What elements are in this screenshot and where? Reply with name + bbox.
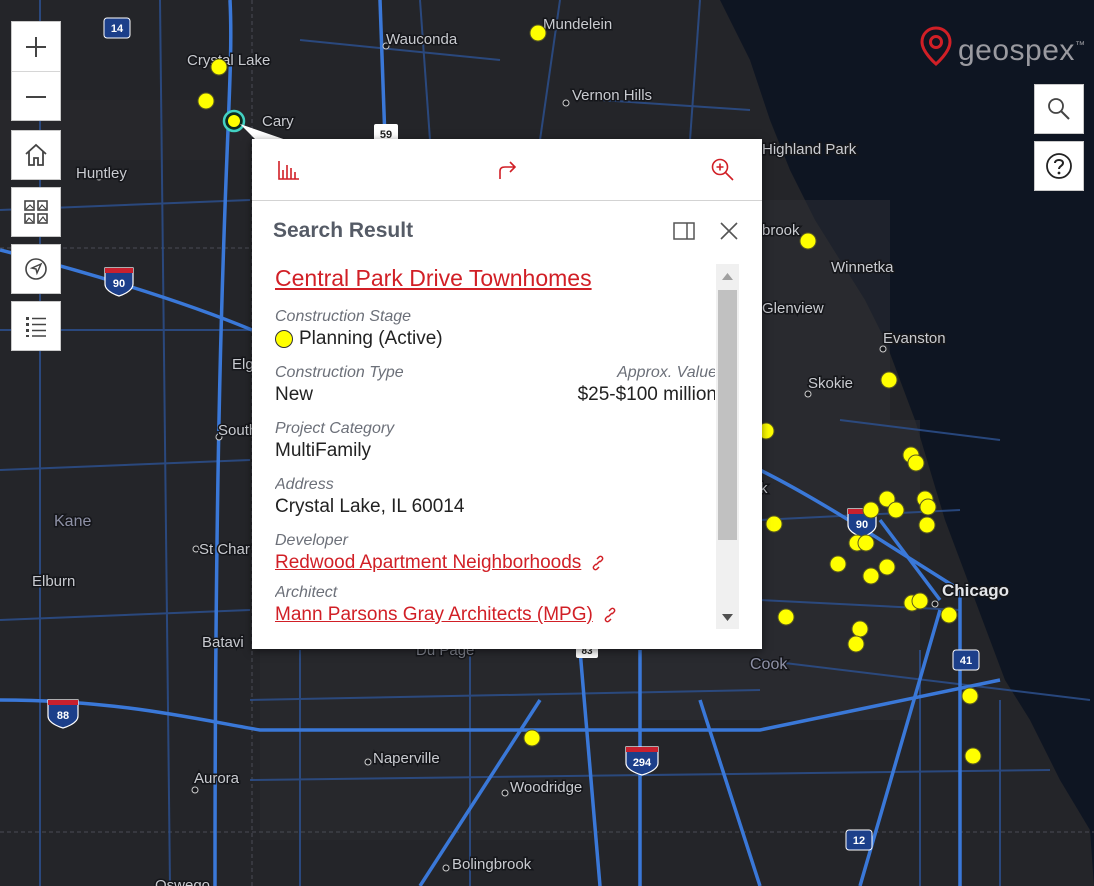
svg-text:12: 12 bbox=[853, 835, 865, 847]
popup-scrollbar[interactable] bbox=[716, 264, 739, 629]
svg-text:Skokie: Skokie bbox=[808, 375, 853, 392]
svg-text:Batavi: Batavi bbox=[202, 634, 244, 651]
legend-button[interactable] bbox=[11, 301, 61, 351]
brand-name: geospex bbox=[958, 34, 1075, 67]
basemap-gallery-button[interactable] bbox=[11, 187, 61, 237]
zoom-in-button[interactable] bbox=[12, 22, 60, 71]
help-icon bbox=[1046, 153, 1072, 179]
home-button[interactable] bbox=[11, 130, 61, 180]
link-icon[interactable] bbox=[589, 554, 607, 572]
popup-title: Search Result bbox=[273, 219, 414, 242]
svg-text:Mundelein: Mundelein bbox=[543, 16, 612, 33]
close-button[interactable] bbox=[717, 219, 741, 243]
svg-text:88: 88 bbox=[57, 710, 69, 722]
locate-arrow-icon bbox=[25, 258, 47, 280]
svg-text:Vernon Hills: Vernon Hills bbox=[572, 87, 652, 104]
basemap-gallery-icon bbox=[24, 200, 48, 224]
zoom-in-icon bbox=[711, 158, 734, 181]
scroll-up-arrow-icon[interactable] bbox=[722, 273, 733, 280]
plus-icon bbox=[26, 36, 46, 57]
popup-content[interactable]: Central Park Drive Townhomes Constructio… bbox=[275, 263, 715, 633]
statistics-button[interactable] bbox=[274, 155, 304, 185]
construction-type-label: Construction Type bbox=[275, 364, 404, 381]
svg-text:Wauconda: Wauconda bbox=[386, 31, 458, 48]
dock-button[interactable] bbox=[672, 219, 696, 243]
svg-text:Crystal Lake: Crystal Lake bbox=[187, 52, 270, 69]
construction-stage-value: Planning (Active) bbox=[275, 328, 715, 350]
svg-text:90: 90 bbox=[113, 278, 125, 290]
legend-list-icon bbox=[26, 317, 46, 337]
svg-text:Winnetka: Winnetka bbox=[831, 259, 894, 276]
svg-text:St Char: St Char bbox=[199, 541, 250, 558]
svg-text:Elg: Elg bbox=[232, 356, 254, 373]
link-icon[interactable] bbox=[601, 606, 619, 624]
svg-text:Aurora: Aurora bbox=[194, 770, 240, 787]
svg-text:Highland Park: Highland Park bbox=[762, 141, 857, 158]
construction-type-value: New bbox=[275, 384, 314, 405]
svg-text:Oswego: Oswego bbox=[155, 877, 210, 886]
developer-label: Developer bbox=[275, 532, 348, 549]
svg-text:Evanston: Evanston bbox=[883, 330, 946, 347]
approx-value-label: Approx. Value bbox=[617, 364, 715, 381]
approx-value-value: $25-$100 million bbox=[577, 384, 715, 405]
search-icon bbox=[1048, 98, 1070, 120]
stage-dot-icon bbox=[275, 330, 293, 348]
dock-panel-icon bbox=[673, 222, 695, 240]
search-button[interactable] bbox=[1034, 84, 1084, 134]
construction-stage-label: Construction Stage bbox=[275, 308, 412, 325]
directions-button[interactable] bbox=[492, 155, 522, 185]
svg-text:Woodridge: Woodridge bbox=[510, 779, 582, 796]
svg-text:Chicago: Chicago bbox=[942, 581, 1009, 600]
svg-text:294: 294 bbox=[633, 757, 652, 769]
home-icon bbox=[25, 143, 47, 166]
close-icon bbox=[720, 222, 738, 240]
architect-label: Architect bbox=[275, 584, 338, 601]
help-button[interactable] bbox=[1034, 141, 1084, 191]
popup-actions-bar bbox=[252, 139, 762, 201]
svg-text:Elburn: Elburn bbox=[32, 573, 75, 590]
project-name-link[interactable]: Central Park Drive Townhomes bbox=[275, 265, 715, 292]
svg-text:Naperville: Naperville bbox=[373, 750, 440, 767]
svg-text:Huntley: Huntley bbox=[76, 165, 127, 182]
svg-text:Bolingbrook: Bolingbrook bbox=[452, 856, 532, 873]
svg-text:brook: brook bbox=[762, 222, 800, 239]
scrollbar-thumb[interactable] bbox=[718, 290, 737, 540]
architect-link[interactable]: Mann Parsons Gray Architects (MPG) bbox=[275, 604, 593, 626]
minus-icon bbox=[26, 95, 46, 98]
search-result-popup: Search Result Central Park Drive Townhom… bbox=[252, 139, 762, 649]
zoom-to-button[interactable] bbox=[708, 155, 738, 185]
geospex-logo: geospex ™ bbox=[920, 26, 1085, 68]
zoom-control bbox=[11, 21, 61, 121]
project-category-value: MultiFamily bbox=[275, 440, 372, 461]
bar-chart-icon bbox=[278, 161, 299, 180]
svg-text:14: 14 bbox=[111, 23, 124, 35]
pin-logo-icon bbox=[920, 26, 952, 66]
svg-text:90: 90 bbox=[856, 519, 868, 531]
zoom-out-button[interactable] bbox=[12, 71, 60, 121]
svg-text:Cook: Cook bbox=[750, 656, 788, 673]
project-category-label: Project Category bbox=[275, 420, 395, 437]
svg-text:Kane: Kane bbox=[54, 513, 91, 530]
brand-tm: ™ bbox=[1074, 40, 1085, 51]
construction-stage-text: Planning (Active) bbox=[299, 328, 443, 349]
svg-text:41: 41 bbox=[960, 655, 972, 667]
share-arrow-icon bbox=[499, 161, 517, 179]
address-label: Address bbox=[275, 476, 334, 493]
svg-text:Glenview: Glenview bbox=[762, 300, 824, 317]
developer-link[interactable]: Redwood Apartment Neighborhoods bbox=[275, 552, 581, 574]
address-value: Crystal Lake, IL 60014 bbox=[275, 496, 465, 517]
locate-button[interactable] bbox=[11, 244, 61, 294]
scroll-down-arrow-icon[interactable] bbox=[722, 614, 733, 621]
